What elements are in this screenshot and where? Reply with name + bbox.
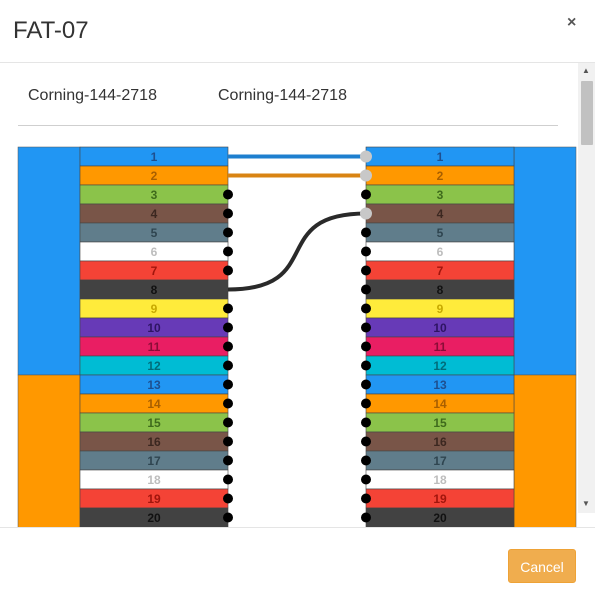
scroll-up-icon[interactable]: ▲ [582,66,590,75]
close-icon[interactable]: × [567,14,576,32]
left-port-10[interactable] [223,322,233,333]
fat-modal: FAT-07 × Corning-144-2718 Corning-144-27… [0,0,595,600]
left-port-13[interactable] [223,379,233,390]
left-tube-2 [17,374,81,527]
right-fiber-label-17: 17 [433,454,447,468]
right-fiber-label-12: 12 [433,359,447,373]
left-port-3[interactable] [223,189,233,200]
cancel-button[interactable]: Cancel [508,549,576,583]
left-fiber-label-20: 20 [147,511,161,525]
left-port-20[interactable] [223,512,233,523]
left-tube-1 [17,146,81,376]
left-fiber-label-7: 7 [151,264,158,278]
right-fiber-label-9: 9 [437,302,444,316]
right-fiber-label-6: 6 [437,245,444,259]
right-fiber-label-13: 13 [433,378,447,392]
right-port-12[interactable] [361,360,371,371]
left-port-6[interactable] [223,246,233,257]
modal-header: FAT-07 × [0,0,595,63]
right-port-3[interactable] [361,189,371,200]
left-fiber-label-8: 8 [151,283,158,297]
right-fiber-label-5: 5 [437,226,444,240]
right-fiber-label-16: 16 [433,435,447,449]
right-port-14[interactable] [361,398,371,409]
right-fiber-label-2: 2 [437,169,444,183]
left-fiber-label-16: 16 [147,435,161,449]
right-tube-2 [513,374,577,527]
left-port-16[interactable] [223,436,233,447]
right-fiber-label-20: 20 [433,511,447,525]
left-port-17[interactable] [223,455,233,466]
cancel-button-label: Cancel [520,559,564,575]
left-fiber-label-9: 9 [151,302,158,316]
left-fiber-label-5: 5 [151,226,158,240]
right-port-4[interactable] [360,207,372,220]
right-port-19[interactable] [361,493,371,504]
right-fiber-label-11: 11 [434,340,447,354]
left-fiber-label-13: 13 [147,378,161,392]
left-port-12[interactable] [223,360,233,371]
left-fiber-label-17: 17 [147,454,161,468]
left-port-4[interactable] [223,208,233,219]
right-fiber-label-4: 4 [437,207,444,221]
right-fiber-label-10: 10 [433,321,447,335]
right-port-17[interactable] [361,455,371,466]
left-fiber-label-15: 15 [147,416,161,430]
right-port-7[interactable] [361,265,371,276]
right-port-5[interactable] [361,227,371,238]
scroll-down-icon[interactable]: ▼ [582,499,590,508]
right-fiber-label-14: 14 [433,397,447,411]
left-port-9[interactable] [223,303,233,314]
left-port-11[interactable] [223,341,233,352]
left-fiber-label-6: 6 [151,245,158,259]
right-port-10[interactable] [361,322,371,333]
left-fiber-label-11: 11 [148,340,161,354]
right-port-8[interactable] [361,284,371,295]
right-fiber-label-19: 19 [433,492,447,506]
right-port-6[interactable] [361,246,371,257]
splice-diagram: 1 12 23 34 45 56 67 78 89 910 1011 1112 1213 1314 1415… [17,146,577,527]
left-fiber-label-14: 14 [147,397,161,411]
right-tube-1 [513,146,577,376]
left-port-18[interactable] [223,474,233,485]
left-port-15[interactable] [223,417,233,428]
left-fiber-label-10: 10 [147,321,161,335]
left-fiber-label-3: 3 [151,188,158,202]
right-port-11[interactable] [361,341,371,352]
left-fiber-label-12: 12 [147,359,161,373]
modal-body: Corning-144-2718 Corning-144-2718 112233… [0,63,595,527]
right-fiber-label-8: 8 [437,283,444,297]
right-fiber-label-18: 18 [433,473,447,487]
right-fiber-label-7: 7 [437,264,444,278]
right-port-2[interactable] [360,169,372,182]
left-port-5[interactable] [223,227,233,238]
right-fiber-label-1: 1 [437,150,444,164]
right-port-16[interactable] [361,436,371,447]
left-fiber-label-19: 19 [147,492,161,506]
left-fiber-label-1: 1 [151,150,158,164]
right-port-9[interactable] [361,303,371,314]
right-fiber-label-15: 15 [433,416,447,430]
right-port-1[interactable] [360,150,372,163]
left-port-14[interactable] [223,398,233,409]
right-fiber-label-3: 3 [437,188,444,202]
left-port-19[interactable] [223,493,233,504]
left-fiber-label-4: 4 [151,207,158,221]
right-port-15[interactable] [361,417,371,428]
right-port-18[interactable] [361,474,371,485]
right-port-20[interactable] [361,512,371,523]
left-port-7[interactable] [223,265,233,276]
modal-title: FAT-07 [13,17,89,44]
modal-footer: Cancel [0,527,595,601]
scrollbar-thumb[interactable] [581,81,593,145]
right-port-13[interactable] [361,379,371,390]
splice-line-3[interactable] [227,211,367,292]
left-fiber-label-18: 18 [147,473,161,487]
left-fiber-label-2: 2 [151,169,158,183]
